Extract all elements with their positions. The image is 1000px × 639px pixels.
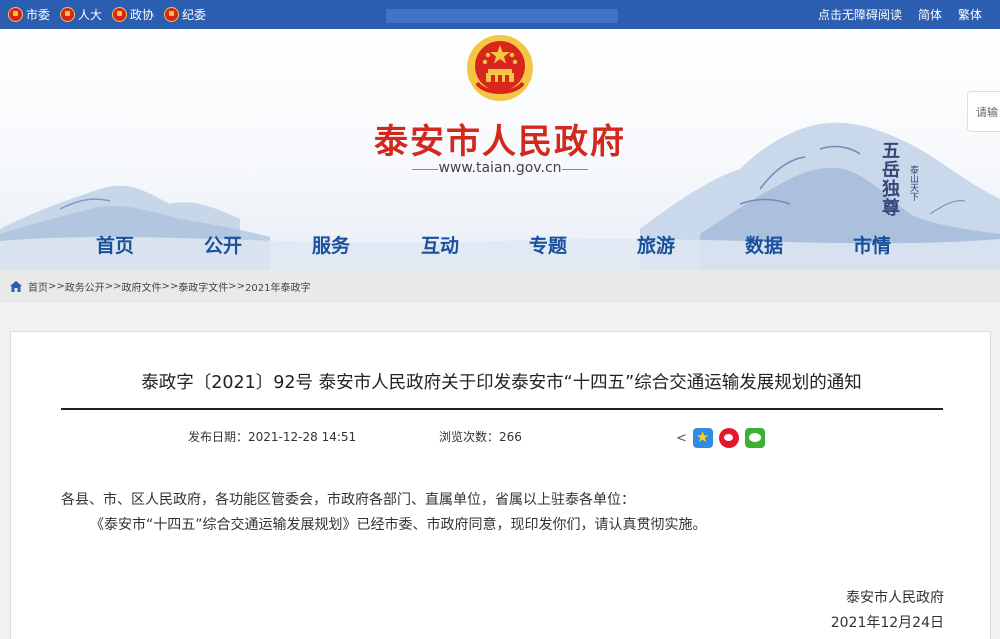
accessibility-link[interactable]: 点击无障碍阅读 [818,6,902,23]
article-date: 2021年12月24日 [830,615,944,631]
simplified-chinese-link[interactable]: 简体 [918,6,942,23]
article-title: 泰政字〔2021〕92号 泰安市人民政府关于印发泰安市“十四五”综合交通运输发展… [141,373,862,393]
breadcrumb-separator: >> [104,281,122,292]
weibo-icon[interactable] [718,428,739,448]
cppcc-emblem-icon [112,7,128,22]
share-icon[interactable]: < [676,431,687,446]
view-count-label: 浏览次数： [439,430,500,444]
breadcrumb-item-taizhengzi-documents[interactable]: 泰政字文件 [178,279,228,294]
article-recipients: 各县、市、区人民政府，各功能区管委会，市政府各部门、直属单位，省属以上驻泰各单位… [61,492,635,508]
site-banner: 泰安市人民政府 www.taian.gov.cn 五岳独尊 泰山天下 请输 首页… [0,29,1000,270]
party-emblem-icon [8,7,23,22]
top-bar: 市委 人大 政协 纪委 点击无障碍阅读 简体 繁体 [0,0,1000,29]
breadcrumb-separator: >> [228,281,246,292]
nav-item-city-info[interactable]: 市情 [853,231,891,258]
breadcrumb-item-gov-affairs[interactable]: 政务公开 [65,279,105,294]
top-link-discipline[interactable]: 纪委 [164,6,206,23]
nav-item-topics[interactable]: 专题 [529,231,567,258]
nav-item-open[interactable]: 公开 [204,231,242,258]
party-emblem-icon [164,7,180,22]
article-panel: 泰政字〔2021〕92号 泰安市人民政府关于印发泰安市“十四五”综合交通运输发展… [10,331,991,639]
top-link-label: 纪委 [182,8,207,22]
top-bar-placeholder [386,9,618,23]
view-count-value: 266 [499,430,522,444]
top-link-party-committee[interactable]: 市委 [8,6,50,23]
view-count: 浏览次数：266 [439,428,522,445]
wechat-icon[interactable] [744,428,765,448]
top-link-npc[interactable]: 人大 [60,6,102,23]
traditional-chinese-link[interactable]: 繁体 [958,6,982,23]
top-link-label: 人大 [78,8,103,22]
site-title: 泰安市人民政府 [374,122,626,162]
title-divider [61,408,943,410]
top-right-links: 点击无障碍阅读 简体 繁体 [818,0,982,29]
breadcrumb-separator: >> [48,281,65,292]
qzone-icon[interactable] [692,428,713,448]
top-links: 市委 人大 政协 纪委 [8,0,206,29]
top-link-cppcc[interactable]: 政协 [112,6,154,23]
nav-item-data[interactable]: 数据 [745,231,783,258]
breadcrumb-item-home[interactable]: 首页 [28,279,48,294]
nav-item-service[interactable]: 服务 [312,231,350,258]
nav-item-tourism[interactable]: 旅游 [637,231,675,258]
national-emblem-icon [60,7,76,22]
article-signature: 泰安市人民政府 [846,590,944,606]
breadcrumb-separator: >> [161,281,179,292]
nav-item-interact[interactable]: 互动 [421,231,459,258]
share-bar: < [676,428,765,448]
top-link-label: 市委 [26,8,51,22]
national-emblem-icon [467,35,533,101]
calligraphy-text: 五岳独尊 [879,141,900,217]
site-url: www.taian.gov.cn [400,160,600,176]
home-icon[interactable] [10,281,22,292]
top-link-label: 政协 [130,8,155,22]
publish-date-label: 发布日期： [188,430,249,444]
side-search-tab[interactable]: 请输 [967,91,1000,132]
calligraphy-small-text: 泰山天下 [908,165,918,201]
breadcrumb-item-2021[interactable]: 2021年泰政字 [245,279,310,294]
article-body: 《泰安市“十四五”综合交通运输发展规划》已经市委、市政府同意，现印发你们，请认真… [90,517,707,533]
breadcrumb: 首页 >> 政务公开 >> 政府文件 >> 泰政字文件 >> 2021年泰政字 [0,270,1000,303]
breadcrumb-item-gov-documents[interactable]: 政府文件 [122,279,162,294]
nav-item-home[interactable]: 首页 [96,231,134,258]
publish-date-value: 2021-12-28 14:51 [248,430,357,444]
publish-date: 发布日期：2021-12-28 14:51 [188,428,356,445]
main-nav: 首页 公开 服务 互动 专题 旅游 数据 市情 [0,229,1000,263]
